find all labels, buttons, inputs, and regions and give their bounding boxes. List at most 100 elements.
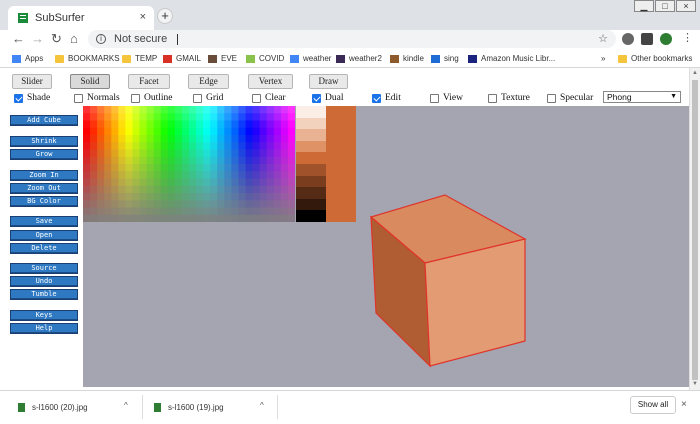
dual-checkbox[interactable]: [312, 93, 321, 103]
shade-swatch[interactable]: [296, 210, 326, 222]
shade-swatch[interactable]: [296, 129, 326, 141]
bookmark-gmail[interactable]: GMAIL: [163, 52, 201, 65]
bookmark-label: COVID: [259, 54, 285, 63]
source-button[interactable]: Source: [10, 263, 78, 274]
bookmark-amazon-music-libr[interactable]: Amazon Music Libr...: [468, 52, 555, 65]
shade-swatch[interactable]: [296, 106, 326, 118]
option-clear[interactable]: Clear: [252, 92, 286, 104]
bookmark-weather2[interactable]: weather2: [336, 52, 382, 65]
bookmark-temp[interactable]: TEMP: [122, 52, 157, 65]
option-shade[interactable]: Shade: [14, 92, 50, 104]
option-edit[interactable]: Edit: [372, 92, 401, 104]
browser-tab[interactable]: SubSurfer ×: [8, 6, 154, 30]
zoom-in-button[interactable]: Zoom In: [10, 170, 78, 181]
avatar[interactable]: [660, 33, 672, 45]
option-grid[interactable]: Grid: [193, 92, 223, 104]
help-button[interactable]: Help: [10, 323, 78, 334]
shade-swatch[interactable]: [296, 140, 326, 153]
close-window-button[interactable]: ×: [676, 0, 696, 12]
normals-checkbox[interactable]: [74, 93, 83, 103]
scroll-up-icon[interactable]: ▲: [692, 70, 698, 76]
open-button[interactable]: Open: [10, 230, 78, 241]
shade-swatch[interactable]: [296, 187, 326, 199]
save-button[interactable]: Save: [10, 216, 78, 227]
undo-button[interactable]: Undo: [10, 276, 78, 287]
bookmark-sing[interactable]: sing: [431, 52, 459, 65]
puzzle-icon[interactable]: [641, 33, 653, 45]
add-cube-button[interactable]: Add Cube: [10, 115, 78, 126]
bookmark-covid[interactable]: COVID: [246, 52, 284, 65]
outline-checkbox[interactable]: [131, 93, 140, 103]
option-normals[interactable]: Normals: [74, 92, 120, 104]
tumble-button[interactable]: Tumble: [10, 289, 78, 300]
mode-draw-button[interactable]: Draw: [309, 74, 348, 89]
download-item[interactable]: s-l1600 (20).jpg: [18, 400, 88, 414]
edit-checkbox[interactable]: [372, 93, 381, 103]
bookmark-eve[interactable]: EVE: [208, 52, 237, 65]
info-icon[interactable]: i: [96, 34, 106, 44]
shade-swatch[interactable]: [296, 152, 326, 164]
scroll-down-icon[interactable]: ▼: [692, 381, 698, 387]
shrink-button[interactable]: Shrink: [10, 136, 78, 147]
address-bar[interactable]: i Not secure ☆: [88, 30, 616, 48]
shade-swatch[interactable]: [296, 175, 326, 188]
shade-swatch[interactable]: [296, 163, 326, 176]
menu-icon[interactable]: ⋮: [682, 31, 693, 44]
mode-edge-button[interactable]: Edge: [188, 74, 229, 89]
delete-button[interactable]: Delete: [10, 243, 78, 254]
mode-vertex-button[interactable]: Vertex: [248, 74, 293, 89]
bookmark-bookmarks[interactable]: BOOKMARKS: [55, 52, 120, 65]
shade-swatch[interactable]: [296, 198, 326, 211]
bg-color-button[interactable]: BG Color: [10, 196, 78, 207]
page-scrollbar[interactable]: ▲ ▼: [689, 68, 700, 390]
show-all-button[interactable]: Show all: [630, 396, 676, 414]
other-bookmarks[interactable]: Other bookmarks: [618, 52, 692, 65]
mode-facet-button[interactable]: Facet: [128, 74, 170, 89]
option-label: Outline: [144, 93, 173, 103]
grid-checkbox[interactable]: [193, 93, 202, 103]
extension-icon[interactable]: [622, 33, 634, 45]
back-icon[interactable]: ←: [12, 31, 25, 46]
reload-icon[interactable]: ↻: [51, 31, 62, 47]
texture-checkbox[interactable]: [488, 93, 497, 103]
current-color-swatch: [326, 106, 356, 222]
forward-icon[interactable]: →: [31, 31, 44, 46]
new-tab-button[interactable]: +: [157, 8, 173, 24]
chevron-up-icon[interactable]: ^: [260, 401, 264, 410]
sheets-icon: [18, 13, 28, 23]
option-outline[interactable]: Outline: [131, 92, 173, 104]
close-icon[interactable]: ×: [681, 399, 687, 410]
specular-checkbox[interactable]: [547, 93, 556, 103]
bookmark-apps[interactable]: Apps: [12, 52, 43, 65]
option-view[interactable]: View: [430, 92, 463, 104]
mode-solid-button[interactable]: Solid: [70, 74, 110, 89]
download-item[interactable]: s-l1600 (19).jpg: [154, 400, 224, 414]
shading-select[interactable]: Phong ▼: [603, 91, 681, 103]
bookmark-label: weather2: [349, 54, 382, 63]
view-checkbox[interactable]: [430, 93, 439, 103]
grow-button[interactable]: Grow: [10, 149, 78, 160]
bookmark-kindle[interactable]: kindle: [390, 52, 424, 65]
tab-close-icon[interactable]: ×: [140, 11, 146, 23]
option-texture[interactable]: Texture: [488, 92, 530, 104]
bookmarks-overflow-icon[interactable]: »: [601, 52, 605, 65]
shade-swatches[interactable]: [296, 106, 326, 222]
option-dual[interactable]: Dual: [312, 92, 343, 104]
apps-icon: [12, 54, 21, 63]
shade-checkbox[interactable]: [14, 93, 23, 103]
color-palette[interactable]: [83, 106, 295, 222]
zoom-out-button[interactable]: Zoom Out: [10, 183, 78, 194]
chevron-up-icon[interactable]: ^: [124, 401, 128, 410]
option-specular[interactable]: Specular: [547, 92, 593, 104]
maximize-button[interactable]: □: [655, 0, 675, 12]
home-icon[interactable]: ⌂: [70, 31, 78, 46]
clear-checkbox[interactable]: [252, 93, 261, 103]
bookmark-weather[interactable]: weather: [290, 52, 331, 65]
mode-slider-button[interactable]: Slider: [12, 74, 52, 89]
star-icon[interactable]: ☆: [598, 32, 608, 45]
bookmark-label: EVE: [221, 54, 238, 63]
scroll-thumb[interactable]: [692, 80, 698, 380]
shade-swatch[interactable]: [296, 117, 326, 130]
minimize-button[interactable]: ▁: [634, 0, 654, 12]
keys-button[interactable]: Keys: [10, 310, 78, 321]
